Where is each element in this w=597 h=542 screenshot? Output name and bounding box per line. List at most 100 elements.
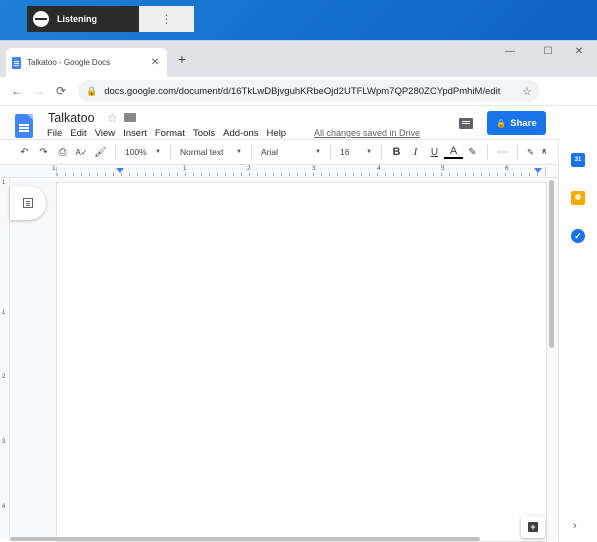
chevron-down-icon: ▼: [315, 149, 321, 155]
highlight-color-button[interactable]: ✎: [463, 147, 482, 158]
bold-button[interactable]: B: [387, 146, 406, 158]
minimize-button[interactable]: —: [502, 46, 518, 57]
text-color-button[interactable]: A: [444, 145, 463, 159]
menu-addons[interactable]: Add-ons: [223, 128, 258, 139]
vruler-number: 1: [2, 310, 6, 316]
font-size-select[interactable]: 16 ▼: [336, 147, 376, 157]
forward-button[interactable]: →: [28, 84, 50, 98]
ruler-number: 3: [312, 165, 316, 172]
font-size-value: 16: [340, 147, 350, 157]
vruler-number: 4: [2, 504, 6, 510]
style-select[interactable]: Normal text ▼: [176, 147, 246, 157]
menu-help[interactable]: Help: [267, 128, 287, 139]
explore-icon: +: [528, 522, 538, 532]
ruler-number: 6: [505, 165, 509, 172]
collapse-toolbar-icon[interactable]: ∧: [541, 146, 548, 157]
listening-label: Listening: [57, 14, 97, 24]
toolbar-divider: [330, 144, 331, 160]
google-docs-logo-icon[interactable]: [15, 114, 33, 138]
explore-button[interactable]: +: [521, 516, 545, 538]
share-label: Share: [510, 117, 537, 129]
ruler-number: 1: [52, 165, 56, 172]
tab-close-icon[interactable]: ✕: [149, 57, 161, 68]
star-icon[interactable]: ☆: [107, 111, 118, 125]
font-select[interactable]: Arial ▼: [257, 147, 325, 157]
zoom-value: 100%: [125, 147, 147, 157]
chevron-down-icon: ▼: [366, 149, 372, 155]
formatting-toolbar: ↶ ↷ ⎙ A✓ 🖌 100% ▼ Normal text ▼ Arial ▼ 16 ▼…: [0, 139, 558, 165]
zoom-select[interactable]: 100% ▼: [121, 147, 165, 157]
toolbar-divider: [170, 144, 171, 160]
reload-button[interactable]: ⟳: [50, 84, 72, 98]
more-vert-icon: ⋮: [160, 12, 173, 26]
menu-file[interactable]: File: [47, 128, 62, 139]
keep-icon[interactable]: [571, 191, 585, 205]
menu-format[interactable]: Format: [155, 128, 185, 139]
expand-panel-icon[interactable]: ›: [573, 520, 577, 532]
undo-button[interactable]: ↶: [15, 147, 34, 158]
browser-tab[interactable]: Talkatoo - Google Docs ✕: [6, 48, 167, 77]
more-options-button[interactable]: ⋯: [493, 147, 512, 158]
ruler-number: 2: [247, 165, 251, 172]
document-title[interactable]: Talkatoo: [48, 111, 95, 125]
tasks-icon[interactable]: ✓: [571, 229, 585, 243]
horizontal-ruler: 1 1 2 3 4 5 6: [0, 165, 558, 178]
new-tab-button[interactable]: +: [174, 51, 190, 67]
tab-bar: Talkatoo - Google Docs ✕ + — ☐ ✕: [0, 41, 597, 77]
share-button[interactable]: 🔒 Share: [487, 111, 546, 135]
horizontal-scrollbar[interactable]: [10, 537, 480, 541]
calendar-icon[interactable]: 31: [571, 153, 585, 167]
close-window-button[interactable]: ✕: [571, 46, 587, 57]
move-folder-icon[interactable]: [124, 113, 136, 122]
right-indent-marker[interactable]: [534, 168, 542, 173]
listening-widget[interactable]: Listening ⋮: [27, 6, 194, 32]
toolbar-divider: [487, 144, 488, 160]
font-value: Arial: [261, 147, 279, 157]
bookmark-star-icon[interactable]: ☆: [522, 85, 532, 98]
docs-header: Talkatoo ☆ File Edit View Insert Format …: [0, 105, 597, 143]
share-lock-icon: 🔒: [496, 118, 507, 128]
redo-button[interactable]: ↷: [34, 147, 53, 158]
address-bar: ← → ⟳ 🔒 docs.google.com/document/d/16TkL…: [0, 77, 597, 105]
listening-menu-button[interactable]: ⋮: [139, 6, 194, 32]
toolbar-divider: [517, 144, 518, 160]
vruler-number: 1: [2, 180, 6, 186]
vruler-number: 2: [2, 374, 6, 380]
save-status-link[interactable]: All changes saved in Drive: [314, 128, 420, 138]
url-text: docs.google.com/document/d/16TkLwDBjvguh…: [104, 85, 501, 97]
underline-button[interactable]: U: [425, 147, 444, 158]
menu-edit[interactable]: Edit: [70, 128, 86, 139]
print-button[interactable]: ⎙: [53, 147, 72, 158]
document-canvas: [10, 178, 558, 542]
style-value: Normal text: [180, 147, 224, 157]
toolbar-divider: [115, 144, 116, 160]
chevron-down-icon: ▼: [155, 149, 161, 155]
listening-status: Listening: [27, 6, 139, 32]
side-panel: 31 ✓ ›: [558, 139, 597, 542]
menu-view[interactable]: View: [95, 128, 115, 139]
menu-insert[interactable]: Insert: [123, 128, 147, 139]
ruler-number: 5: [441, 165, 445, 172]
vertical-ruler: 1 1 2 3 4: [0, 178, 10, 538]
vruler-number: 3: [2, 439, 6, 445]
italic-button[interactable]: I: [406, 146, 425, 158]
url-input[interactable]: 🔒 docs.google.com/document/d/16TkLwDBjvg…: [78, 80, 540, 102]
tab-title: Talkatoo - Google Docs: [27, 58, 111, 67]
docs-favicon-icon: [12, 56, 21, 69]
document-page[interactable]: [56, 182, 547, 542]
comment-history-icon[interactable]: [459, 118, 473, 129]
maximize-button[interactable]: ☐: [540, 46, 556, 57]
left-indent-marker[interactable]: [116, 168, 124, 173]
pencil-icon: ✎: [527, 146, 535, 157]
menu-tools[interactable]: Tools: [193, 128, 215, 139]
ruler-track: [56, 167, 546, 176]
paint-format-button[interactable]: 🖌: [91, 147, 110, 158]
menu-bar: File Edit View Insert Format Tools Add-o…: [47, 128, 294, 139]
document-outline-button[interactable]: [10, 186, 46, 220]
vertical-scrollbar[interactable]: [549, 180, 554, 348]
spellcheck-button[interactable]: A✓: [72, 148, 91, 157]
back-button[interactable]: ←: [6, 84, 28, 98]
listening-icon: [33, 11, 49, 27]
ruler-number: 4: [377, 165, 381, 172]
chevron-down-icon: ▼: [236, 149, 242, 155]
